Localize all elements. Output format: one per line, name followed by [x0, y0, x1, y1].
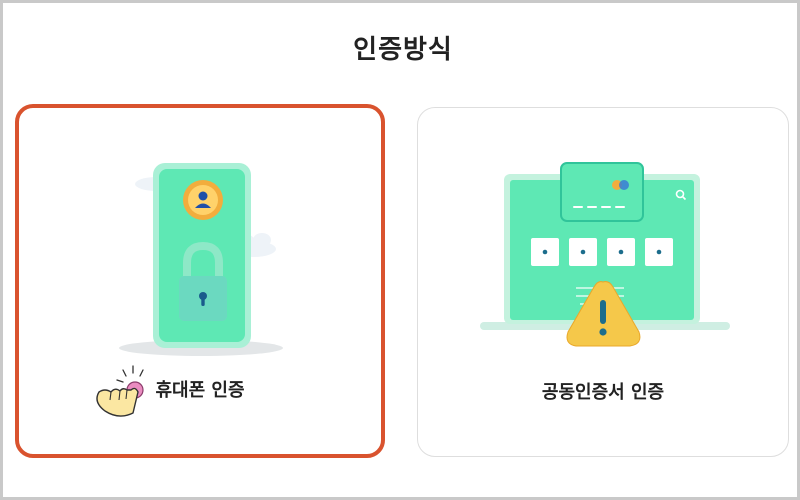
auth-method-panel: 인증방식 휴대폰 인증 공동인증서 인증: [0, 0, 800, 500]
certificate-auth-label: 공동인증서 인증: [541, 382, 665, 403]
certificate-auth-option[interactable]: 공동인증서 인증: [417, 107, 789, 457]
phone-auth-option[interactable]: 휴대폰 인증: [15, 104, 385, 458]
pointing-hand-icon: [96, 365, 144, 417]
page-title: 인증방식: [353, 35, 453, 65]
